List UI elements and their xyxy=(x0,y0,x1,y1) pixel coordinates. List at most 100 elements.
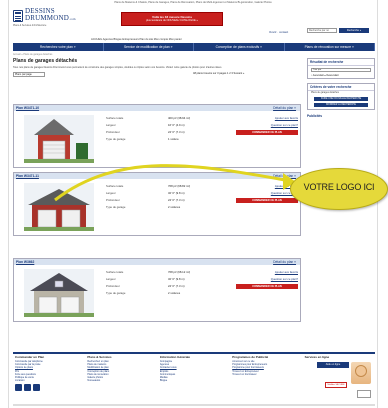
spec-label: Profondeur xyxy=(106,198,120,202)
logo-mark-icon xyxy=(13,9,23,22)
garage-3-image[interactable] xyxy=(24,269,94,317)
plan-number-link[interactable]: Plan W3471-10 xyxy=(16,106,39,110)
results-count[interactable]: 48 plans trouvés sur 3 pages 1 2 3 Suiva… xyxy=(193,72,244,75)
avatar-face xyxy=(355,365,368,377)
online-help-button[interactable]: Aide en ligne xyxy=(317,362,350,368)
brand-name-2: DRUMMOND.com xyxy=(25,14,76,22)
verisign-badge[interactable] xyxy=(357,390,372,398)
spec-value: 768 pi² (68.12 m²) xyxy=(168,270,191,274)
header-search-input[interactable]: Recherche par no xyxy=(307,28,337,33)
order-plan-button[interactable]: COMMANDER CE PLAN xyxy=(236,198,298,203)
spec-row: Surface totale 768 pi² (68.12 m²) xyxy=(106,269,218,276)
plan-number-link[interactable]: Plan W3471-11 xyxy=(16,174,39,178)
sort-order-radios[interactable]: ○ Ascendant ● Descendant xyxy=(308,74,374,78)
garage-2-image[interactable] xyxy=(24,183,94,231)
footer-heading: Commander un Plan xyxy=(15,355,45,359)
mcafee-badge[interactable]: McAfee SECURE xyxy=(325,382,348,388)
promo-banner[interactable]: Voilà les 33 mesure Dessins plus tendanc… xyxy=(121,12,223,26)
support-avatar xyxy=(351,362,372,384)
garage-1-image[interactable] xyxy=(24,115,94,163)
footer-heading: Services en ligne xyxy=(304,355,330,359)
brand-tagline: Plans & Services d'Architecture xyxy=(13,24,47,27)
spec-row: Profondeur 24' 0" (7.3 m) xyxy=(106,129,218,136)
spec-value: 2 voitures xyxy=(168,291,181,295)
order-plan-button[interactable]: COMMANDER CE PLAN xyxy=(236,130,298,135)
brand-logo[interactable]: DESSINS DRUMMOND.com Plans & Services d'… xyxy=(13,8,83,34)
nav-renovation[interactable]: Plans de rénovation sur mesure » xyxy=(285,43,375,51)
spec-row: Largeur 32' 0" (9.8 m) xyxy=(106,276,218,283)
plan-detail-link[interactable]: Détail du plan » xyxy=(273,106,296,110)
footer-link[interactable]: Livraison xyxy=(15,379,83,382)
new-search-button[interactable]: FAIRE UNE NOUVELLE RECHERCHE xyxy=(314,97,368,101)
main-content: Plans de garages détachés Tous nos plans… xyxy=(13,58,303,79)
sort-select[interactable]: Trier par xyxy=(311,68,371,72)
add-favorites-link[interactable]: Ajouter aux favoris xyxy=(236,183,298,190)
criteria-title: Critères de votre recherche xyxy=(308,84,374,91)
footer-link[interactable]: Blogue xyxy=(160,379,228,382)
plan-detail-link[interactable]: Détail du plan » xyxy=(273,260,296,264)
question-link[interactable]: Question sur ce plan? xyxy=(236,276,298,283)
plan-card: Plan W3471-10 Détail du plan » Surface t… xyxy=(13,104,301,168)
spec-value: 32' 0" (9.8 m) xyxy=(168,191,185,195)
footer-link[interactable]: Trouvez un fournisseur xyxy=(232,373,300,376)
spec-row: Surface totale 400 pi² (38.94 m²) xyxy=(106,115,218,122)
spec-row: Type de garage 1 voiture xyxy=(106,136,218,143)
sub-navigation[interactable]: ACCUEIL Agences Blogue Entrepreneurs Pla… xyxy=(91,38,182,41)
header: DESSINS DRUMMOND.com Plans & Services d'… xyxy=(9,6,377,46)
spec-label: Largeur xyxy=(106,191,116,195)
header-search-button[interactable]: Recherche » xyxy=(339,28,369,33)
plan-card: Plan W3471-11 Détail du plan » Surface t… xyxy=(13,172,301,236)
modify-search-button[interactable]: MODIFIER LA RECHERCHE xyxy=(314,103,368,107)
ad-placeholder-text: VOTRE LOGO ICI xyxy=(303,182,375,192)
facebook-icon[interactable] xyxy=(15,384,22,392)
spec-row: Type de garage 2 voitures xyxy=(106,204,218,211)
nav-search-plan[interactable]: Recherchez votre plan » xyxy=(13,43,104,51)
account-links[interactable]: Ouvrir · contact xyxy=(269,30,288,34)
spec-row: Type de garage 2 voitures xyxy=(106,290,218,297)
plan-card-body: Surface totale 768 pi² (68.12 m²) Largeur… xyxy=(14,265,300,321)
plan-actions: Ajouter aux favoris Question sur ce plan… xyxy=(236,115,298,135)
plan-specs: Surface totale 400 pi² (38.94 m²) Largeur… xyxy=(106,115,218,143)
results-toolbar: Plans par page 48 plans trouvés sur 3 pa… xyxy=(13,72,303,79)
twitter-icon[interactable] xyxy=(24,384,31,392)
question-link[interactable]: Question sur ce plan? xyxy=(236,122,298,129)
footer-link[interactable]: Nouveautés xyxy=(87,379,155,382)
question-link[interactable]: Question sur ce plan? xyxy=(236,190,298,197)
page-title: Plans de garages détachés xyxy=(13,58,78,64)
spec-label: Type de garage xyxy=(106,137,126,141)
ads-title: Publicités xyxy=(307,114,323,118)
plan-detail-link[interactable]: Détail du plan » xyxy=(273,174,296,178)
youtube-icon[interactable] xyxy=(33,384,40,392)
spec-value: 1 voiture xyxy=(168,137,179,141)
spec-label: Surface totale xyxy=(106,116,124,120)
spec-row: Profondeur 24' 0" (7.3 m) xyxy=(106,197,218,204)
plan-specs: Surface totale 768 pi² (68.12 m²) Largeur… xyxy=(106,269,218,297)
spec-label: Surface totale xyxy=(106,270,124,274)
spec-label: Surface totale xyxy=(106,184,124,188)
sidebar: Résultat de recherche Trier par ○ Ascend… xyxy=(307,58,375,118)
footer-col-plans: Plans & Services Recherchez un plan Plan… xyxy=(85,354,157,404)
footer-heading: Information Générale xyxy=(159,355,190,359)
footer-col-advertising: Programmes de Publicité Annoncez sur ce … xyxy=(230,354,302,404)
spec-label: Profondeur xyxy=(106,284,120,288)
promo-line-2: plus tendance du NOUVEAU CATALOGUE » xyxy=(146,19,198,22)
add-favorites-link[interactable]: Ajouter aux favoris xyxy=(236,115,298,122)
spec-row: Profondeur 24' 0" (7.3 m) xyxy=(106,283,218,290)
per-page-select[interactable]: Plans par page xyxy=(13,72,45,78)
breadcrumb[interactable]: Accueil » Plans de garages détachés xyxy=(13,53,52,56)
footer-heading: Plans & Services xyxy=(87,355,112,359)
spec-value: 16' 0" (4.9 m) xyxy=(168,123,185,127)
nav-modification[interactable]: Service de modification de plan » xyxy=(104,43,194,51)
plan-specs: Surface totale 768 pi² (68.82 m²) Largeur… xyxy=(106,183,218,211)
nav-conception[interactable]: Conception de plans exclusifs » xyxy=(194,43,285,51)
footer-heading: Programmes de Publicité xyxy=(232,355,269,359)
plan-number-link[interactable]: Plan W3662 xyxy=(16,260,34,264)
order-plan-button[interactable]: COMMANDER CE PLAN xyxy=(236,284,298,289)
plan-card: Plan W3662 Détail du plan » Surface tota… xyxy=(13,258,301,322)
plan-card-body: Surface totale 768 pi² (68.82 m²) Largeur… xyxy=(14,179,300,235)
add-favorites-link[interactable]: Ajouter aux favoris xyxy=(236,269,298,276)
results-title: Résultat de recherche xyxy=(308,59,374,66)
spec-value: 400 pi² (38.94 m²) xyxy=(168,116,191,120)
social-icons xyxy=(15,384,83,392)
footer-bottom-bar xyxy=(13,404,375,406)
